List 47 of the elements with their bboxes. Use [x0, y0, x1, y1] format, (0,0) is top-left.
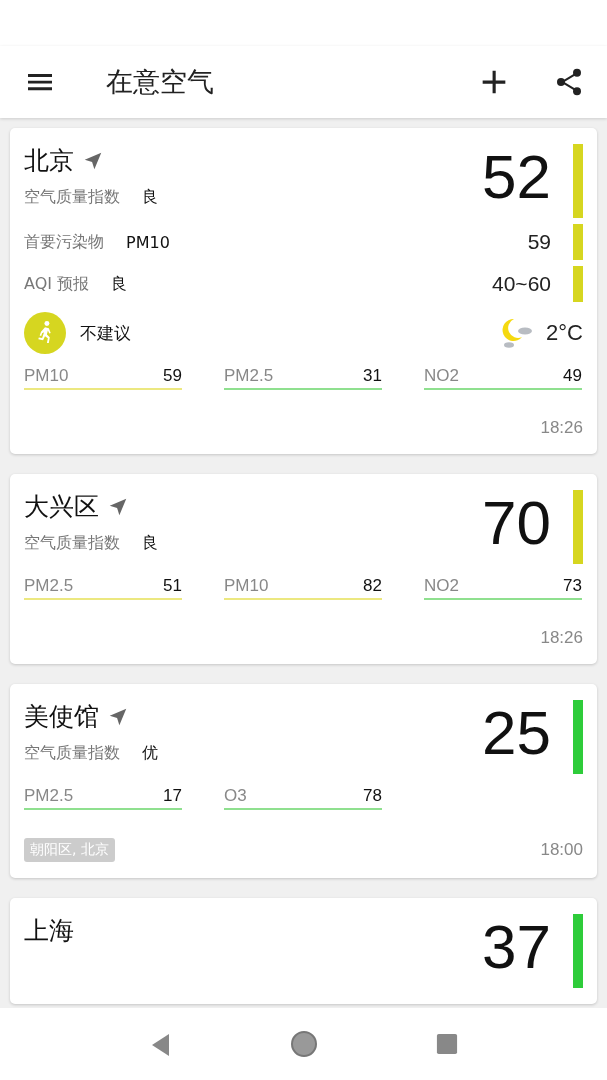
- pollutant-name: PM10: [224, 576, 269, 596]
- row-reading: 40~60: [492, 272, 551, 296]
- row-reading: 59: [527, 230, 551, 254]
- pollutant-name: NO2: [424, 366, 459, 386]
- temperature: 2°C: [546, 320, 583, 346]
- index-label: 空气质量指数: [24, 533, 120, 554]
- update-time: 18:26: [540, 418, 583, 438]
- pollutant-name: PM2.5: [224, 366, 274, 386]
- pollutant-value: 49: [563, 366, 582, 386]
- pollutant-name: O3: [224, 786, 247, 806]
- city-card[interactable]: 北京 空气质量指数 良 52 首要污染物 PM10 59 AQI 预报 良 40~60 不建议 2°C PM10 59 PM2.5 31 NO2 49 18:26: [10, 128, 597, 454]
- aqi-value: 52: [482, 146, 551, 208]
- row-value: 良: [111, 273, 128, 295]
- pollutant-name: PM10: [24, 366, 69, 386]
- city-card[interactable]: 大兴区 空气质量指数 良 70 PM2.5 51 PM10 82 NO2 73 18:26: [10, 474, 597, 664]
- city-card[interactable]: 上海 37: [10, 898, 597, 1004]
- pollutant-value: 78: [363, 786, 382, 806]
- aqi-value: 37: [482, 916, 551, 978]
- index-level: 良: [142, 187, 158, 208]
- index-label: 空气质量指数: [24, 743, 120, 764]
- aqi-value: 70: [482, 492, 551, 554]
- index-level: 优: [142, 743, 158, 764]
- pollutant-name: PM2.5: [24, 576, 74, 596]
- pollutant-name: NO2: [424, 576, 459, 596]
- pollutant-name: PM2.5: [24, 786, 74, 806]
- activity-advice: 不建议: [80, 321, 131, 345]
- city-name: 大兴区: [24, 491, 99, 523]
- pollutant-value: 31: [363, 366, 382, 386]
- index-label: 空气质量指数: [24, 187, 120, 208]
- city-name: 美使馆: [24, 701, 99, 733]
- recents-icon[interactable]: [436, 1033, 459, 1055]
- row-label: AQI 预报: [24, 273, 90, 295]
- city-name: 北京: [24, 145, 74, 177]
- pollutant-value: 59: [163, 366, 182, 386]
- pollutant-value: 17: [163, 786, 182, 806]
- aqi-value: 25: [482, 702, 551, 764]
- row-label: 首要污染物: [24, 231, 104, 253]
- city-name: 上海: [24, 915, 74, 947]
- row-value: PM10: [126, 232, 170, 252]
- index-level: 良: [142, 533, 158, 554]
- pollutant-value: 82: [363, 576, 382, 596]
- pollutant-value: 73: [563, 576, 582, 596]
- update-time: 18:26: [540, 628, 583, 648]
- app-title: 在意空气: [106, 65, 214, 99]
- update-time: 18:00: [540, 840, 583, 860]
- pollutant-value: 51: [163, 576, 182, 596]
- home-icon[interactable]: [290, 1030, 319, 1058]
